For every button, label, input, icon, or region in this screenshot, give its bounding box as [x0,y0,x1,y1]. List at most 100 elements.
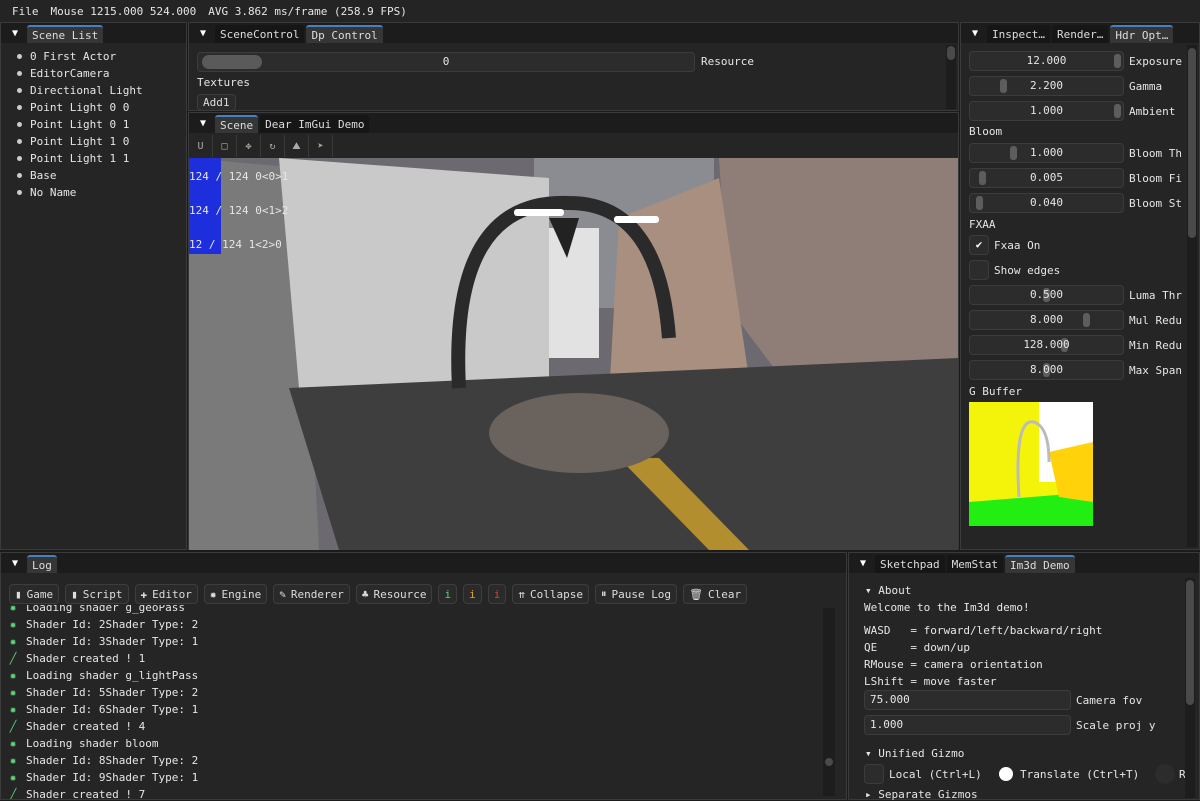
slider-mul-redu[interactable]: 8.000 [969,310,1124,330]
slider-grab[interactable] [1000,79,1008,93]
filter-game-button[interactable]: ▮ Game [9,584,60,604]
warning-filter-button[interactable]: i [463,584,482,604]
collapse-button[interactable]: ⇈ Collapse [512,584,589,604]
filter-script-button[interactable]: ▮ Script [65,584,129,604]
filter-editor-button[interactable]: ✚ Editor [134,584,198,604]
error-filter-button[interactable]: i [487,584,507,604]
slider-ambient[interactable]: 1.000 [969,101,1124,121]
log-entry: ✹ Shader Id: 5Shader Type: 2 [1,684,821,701]
slider-grab[interactable] [1114,104,1121,118]
tab-scene-list[interactable]: Scene List [27,25,104,43]
filter-renderer-button[interactable]: ✎ Renderer [273,584,350,604]
slider-grab[interactable] [1114,54,1121,68]
info-filter-button[interactable]: i [438,584,458,604]
scrollbar[interactable] [823,608,835,796]
log-message: Shader Id: 6Shader Type: 1 [26,703,199,716]
tab-memstat[interactable]: MemStat [946,555,1003,573]
im3d-panel: ▼ Sketchpad MemStat Im3d Demo ▾ About We… [848,552,1200,801]
slider-luma-thr[interactable]: 0.500 [969,285,1124,305]
scene-viewport[interactable]: 124 / 124 0<0>1 124 / 124 0<1>2 12 / 124 1… [189,158,958,550]
tab-scene-control[interactable]: SceneControl [215,25,305,43]
slider-bloom-th[interactable]: 1.000 [969,143,1124,163]
slider-min-redu[interactable]: 128.000 [969,335,1124,355]
collapse-icon[interactable]: ▼ [193,113,213,133]
scene-list-item[interactable]: Point Light 1 1 [1,150,186,167]
scene-list-item-label: EditorCamera [30,67,110,80]
scene-list-item[interactable]: Directional Light [1,82,186,99]
about-header[interactable]: ▾ About [865,584,911,597]
slider-gamma[interactable]: 2.200 [969,76,1124,96]
tab-im3d-demo[interactable]: Im3d Demo [1004,555,1075,573]
scale-proj-input[interactable]: 1.000 [864,715,1071,735]
log-entry: ╱ Shader created ! 4 [1,718,821,735]
cursor-icon[interactable]: ➤ [309,135,333,157]
collapse-icon[interactable]: ▼ [853,553,873,573]
slider-bloom-st[interactable]: 0.040 [969,193,1124,213]
tab-render[interactable]: Render… [1051,25,1109,43]
tab-imgui-demo[interactable]: Dear ImGui Demo [260,115,370,133]
menu-file[interactable]: File [12,5,39,18]
scene-list-item[interactable]: 0 First Actor [1,48,186,65]
scene-list-item[interactable]: Point Light 0 0 [1,99,186,116]
local-checkbox[interactable] [864,764,884,784]
slider-max-span[interactable]: 8.000 [969,360,1124,380]
scrollbar[interactable] [946,45,956,109]
slider-grab[interactable] [1082,313,1090,327]
add-button[interactable]: Add1 [197,94,236,111]
show-edges-checkbox[interactable] [969,260,989,280]
tab-log[interactable]: Log [27,555,57,573]
tab-sketchpad[interactable]: Sketchpad [875,555,945,573]
select-icon[interactable]: □ [213,135,237,157]
tab-scene[interactable]: Scene [215,115,259,133]
slider-exposure[interactable]: 12.000 [969,51,1124,71]
camera-fov-input[interactable]: 75.000 [864,690,1071,710]
fps-readout: AVG 3.862 ms/frame (258.9 FPS) [208,4,407,18]
scene-list-item[interactable]: Base [1,167,186,184]
scale-icon[interactable]: ⛰ [285,135,309,157]
slider-label: Mul Redu [1129,314,1182,327]
slider-grab[interactable] [979,171,987,185]
filter-engine-button[interactable]: ✹ Engine [203,584,268,604]
move-icon[interactable]: ✥ [237,135,261,157]
slider-label: Bloom Fi [1129,172,1182,185]
rotate-icon[interactable]: ↻ [261,135,285,157]
script-icon: ▮ [71,587,78,601]
show-edges-label: Show edges [994,264,1061,277]
scrollbar[interactable] [1187,45,1197,547]
resource-slider[interactable]: 0 [197,52,695,72]
filter-label: Renderer [290,587,344,601]
scene-list-item-label: Point Light 0 0 [30,101,130,114]
scene-list-item[interactable]: No Name [1,184,186,201]
magnet-icon[interactable]: U [189,135,213,157]
filter-resource-button[interactable]: ♣ Resource [355,584,433,604]
log-entry: ✹ Shader Id: 9Shader Type: 1 [1,769,821,786]
log-message: Shader Id: 2Shader Type: 2 [26,618,199,631]
slider-value: 8.000 [1029,363,1064,376]
scene-list-item[interactable]: Point Light 1 0 [1,133,186,150]
separate-gizmos-header[interactable]: ▸ Separate Gizmos [865,788,978,801]
translate-radio[interactable] [999,767,1013,781]
unified-gizmo-header[interactable]: ▾ Unified Gizmo [865,747,964,760]
collapse-icon[interactable]: ▼ [5,553,25,573]
key-help-text: WASD = forward/left/backward/right [864,624,1103,637]
fxaa-on-checkbox[interactable]: ✔ [969,235,989,255]
scene-list-item-label: No Name [30,186,77,199]
collapse-icon[interactable]: ▼ [965,23,985,43]
slider-grab[interactable] [1010,146,1018,160]
pause-button[interactable]: ⏸ Pause Log [594,584,678,604]
tab-inspector[interactable]: Inspect… [987,25,1050,43]
slider-grab[interactable] [976,196,984,210]
collapse-icon[interactable]: ▼ [193,23,213,43]
bullet-icon [17,71,22,76]
bullet-icon [17,190,22,195]
slider-bloom-fi[interactable]: 0.005 [969,168,1124,188]
scrollbar[interactable] [1185,578,1195,798]
rotate-radio[interactable] [1155,764,1175,784]
tab-dp-control[interactable]: Dp Control [306,25,383,43]
collapse-icon[interactable]: ▼ [5,23,25,43]
tab-hdr-options[interactable]: Hdr Opt… [1110,25,1174,43]
key-help-text: QE = down/up [864,641,970,654]
scene-list-item[interactable]: Point Light 0 1 [1,116,186,133]
scene-list-item[interactable]: EditorCamera [1,65,186,82]
clear-button[interactable]: 🗑 Clear [683,584,748,604]
